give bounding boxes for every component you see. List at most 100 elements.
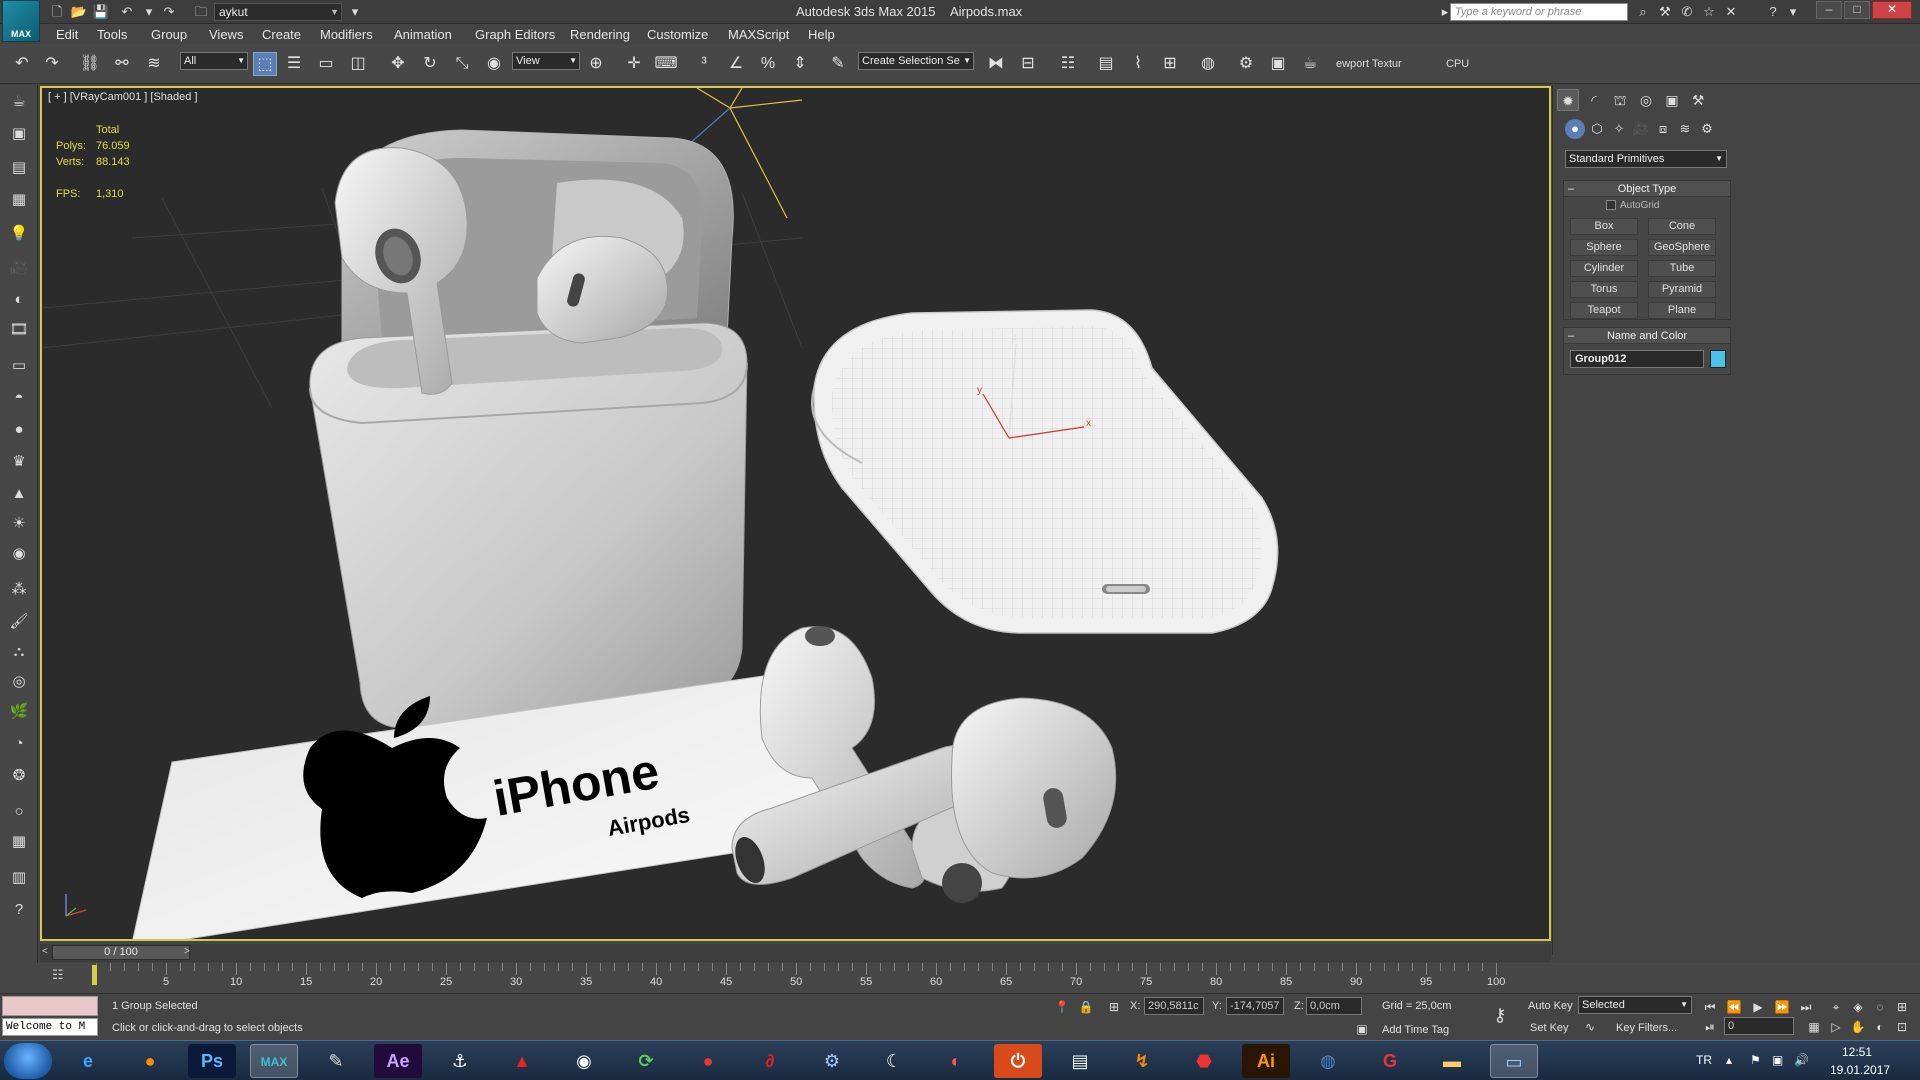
maxscript-listener-input[interactable]: Welcome to M <box>2 1018 98 1036</box>
rotate-icon[interactable]: ↻ <box>418 52 442 76</box>
next-frame-arrow-icon[interactable]: > <box>184 946 190 957</box>
minimize-button[interactable]: – <box>1816 1 1842 19</box>
zoom-icon[interactable]: ⌖ <box>1826 998 1846 1016</box>
pan-hand-icon[interactable]: ✋ <box>1848 1018 1868 1036</box>
brush-icon[interactable]: 🖌 <box>7 611 31 633</box>
time-slider-handle[interactable]: 0 / 100 <box>52 945 190 960</box>
graphite-ribbon-icon[interactable]: ▤ <box>1094 52 1118 76</box>
pivot-center-icon[interactable]: ⊕ <box>584 52 608 76</box>
prev-frame-arrow-icon[interactable]: < <box>42 946 48 957</box>
plane-button[interactable]: Plane <box>1648 302 1716 319</box>
rect-selection-icon[interactable]: ▭ <box>314 52 338 76</box>
menu-edit[interactable]: Edit <box>56 27 78 42</box>
hf-icon[interactable]: ◔ <box>7 733 31 755</box>
character-app-icon[interactable]: ⚓ <box>436 1044 484 1078</box>
application-button[interactable]: MAX <box>2 0 40 42</box>
link-icon[interactable]: ⛓ <box>78 52 102 76</box>
selection-filter-dropdown[interactable]: All ▼ <box>180 52 248 70</box>
illustrator-icon[interactable]: Ai <box>1242 1044 1290 1078</box>
current-frame-field[interactable]: 0 <box>1724 1017 1794 1035</box>
lights-icon[interactable]: ✧ <box>1609 119 1629 139</box>
helpers-icon[interactable]: ⧈ <box>1653 119 1673 139</box>
menu-animation[interactable]: Animation <box>394 27 452 42</box>
close-button[interactable]: ✕ <box>1872 1 1912 19</box>
menu-group[interactable]: Group <box>151 27 187 42</box>
light-bulb-icon[interactable]: 💡 <box>7 223 31 245</box>
render-window-icon[interactable]: ▣ <box>7 123 31 145</box>
menu-help[interactable]: Help <box>808 27 835 42</box>
cone-icon[interactable]: ▲ <box>7 483 31 505</box>
menu-create[interactable]: Create <box>262 27 301 42</box>
windows-start-button[interactable] <box>4 1043 52 1079</box>
snaps-toggle-icon[interactable]: ³ <box>692 52 716 76</box>
browser-app-icon[interactable]: ◐ <box>932 1044 980 1078</box>
region-zoom-icon[interactable]: ⊡ <box>1892 1018 1912 1036</box>
flag-icon[interactable]: ⚑ <box>1750 1053 1761 1067</box>
menu-tools[interactable]: Tools <box>97 27 127 42</box>
spinner-snap-icon[interactable]: ⇕ <box>788 52 812 76</box>
undo-dropdown-icon[interactable]: ▾ <box>140 3 158 21</box>
x-coordinate-field[interactable]: 290,5811c <box>1144 997 1204 1015</box>
menu-views[interactable]: Views <box>209 27 243 42</box>
shapes-icon[interactable]: ⬡ <box>1587 119 1607 139</box>
utility-app-icon[interactable]: ☾ <box>870 1044 918 1078</box>
binoculars-icon[interactable]: ⌕ <box>1634 3 1652 21</box>
menu-maxscript[interactable]: MAXScript <box>728 27 789 42</box>
cone-button[interactable]: Cone <box>1648 218 1716 235</box>
cylinder-button[interactable]: Cylinder <box>1570 260 1638 277</box>
bind-spacewarp-icon[interactable]: ≋ <box>142 52 166 76</box>
file-explorer-icon[interactable]: ▬ <box>1428 1044 1476 1078</box>
goto-start-icon[interactable]: ⏮ <box>1700 998 1720 1016</box>
after-effects-icon[interactable]: Ae <box>374 1044 422 1078</box>
pdf-app-icon[interactable]: ∂ <box>746 1044 794 1078</box>
select-object-icon[interactable]: ⬚ <box>253 52 277 76</box>
viewport-texture-label[interactable]: ewport Textur <box>1336 58 1402 70</box>
cinema4d-icon[interactable]: ◍ <box>1304 1044 1352 1078</box>
curve-editor-icon[interactable]: ⌇ <box>1126 52 1150 76</box>
render-production-icon[interactable]: ☕ <box>1298 52 1322 76</box>
utilities-tab-icon[interactable]: ⚒ <box>1687 89 1709 111</box>
prev-frame-icon[interactable]: ⏪ <box>1724 998 1744 1016</box>
maxscript-listener-pink[interactable] <box>2 996 98 1016</box>
object-name-field[interactable]: Group012 <box>1570 350 1704 368</box>
angle-snap-icon[interactable]: ∠ <box>724 52 748 76</box>
field-of-view-icon[interactable]: ▷ <box>1826 1018 1846 1036</box>
percent-snap-icon[interactable]: % <box>756 52 780 76</box>
select-by-name-icon[interactable]: ☰ <box>282 52 306 76</box>
torus-button[interactable]: Torus <box>1570 281 1638 298</box>
isolate-icon[interactable]: 📍 <box>1052 998 1072 1016</box>
display-tab-icon[interactable]: ▣ <box>1661 89 1683 111</box>
favorites-star-icon[interactable]: ☆ <box>1700 3 1718 21</box>
move-icon[interactable]: ✥ <box>386 52 410 76</box>
scale-icon[interactable]: ⤡ <box>450 52 474 76</box>
communication-icon[interactable]: ✆ <box>1678 3 1696 21</box>
sphere-icon[interactable]: ● <box>7 419 31 441</box>
ref-coord-dropdown[interactable]: View ▼ <box>512 52 580 70</box>
plane-icon[interactable]: ▭ <box>7 355 31 377</box>
open-file-icon[interactable]: 📂 <box>70 3 88 21</box>
flash-app-icon[interactable]: ↯ <box>1118 1044 1166 1078</box>
redo-icon[interactable]: ↷ <box>40 52 64 76</box>
mini-curve-editor-icon[interactable]: ☷ <box>52 967 64 983</box>
primitive-category-dropdown[interactable]: Standard Primitives ▼ <box>1565 150 1727 168</box>
loose-airpods-model[interactable] <box>730 626 1117 903</box>
clock-time[interactable]: 12:51 <box>1842 1045 1872 1059</box>
render-setup-icon[interactable]: ⚙ <box>1234 52 1258 76</box>
maximize-viewport-icon[interactable]: ⊞ <box>1892 998 1912 1016</box>
cpu-label[interactable]: CPU <box>1446 58 1469 70</box>
camera-icon[interactable]: 🎥 <box>7 257 31 279</box>
film-app-icon[interactable]: ▤ <box>1056 1044 1104 1078</box>
firefox-icon[interactable]: ● <box>126 1044 174 1078</box>
cameras-icon[interactable]: 🎥 <box>1631 119 1651 139</box>
object-color-swatch[interactable] <box>1710 350 1726 368</box>
material-ball-icon[interactable]: ◉ <box>7 543 31 565</box>
lock-icon[interactable]: 🔒 <box>1076 998 1096 1016</box>
menu-modifiers[interactable]: Modifiers <box>320 27 373 42</box>
subscription-icon[interactable]: ⚒ <box>1656 3 1674 21</box>
pyramid-button[interactable]: Pyramid <box>1648 281 1716 298</box>
s-app-icon[interactable]: ⬣ <box>1180 1044 1228 1078</box>
help-dropdown-icon[interactable]: ▾ <box>1784 3 1802 21</box>
table-icon[interactable]: ▦ <box>7 831 31 853</box>
maximize-button[interactable]: □ <box>1844 1 1870 19</box>
named-selection-dropdown[interactable]: Create Selection Se ▼ <box>858 52 974 70</box>
